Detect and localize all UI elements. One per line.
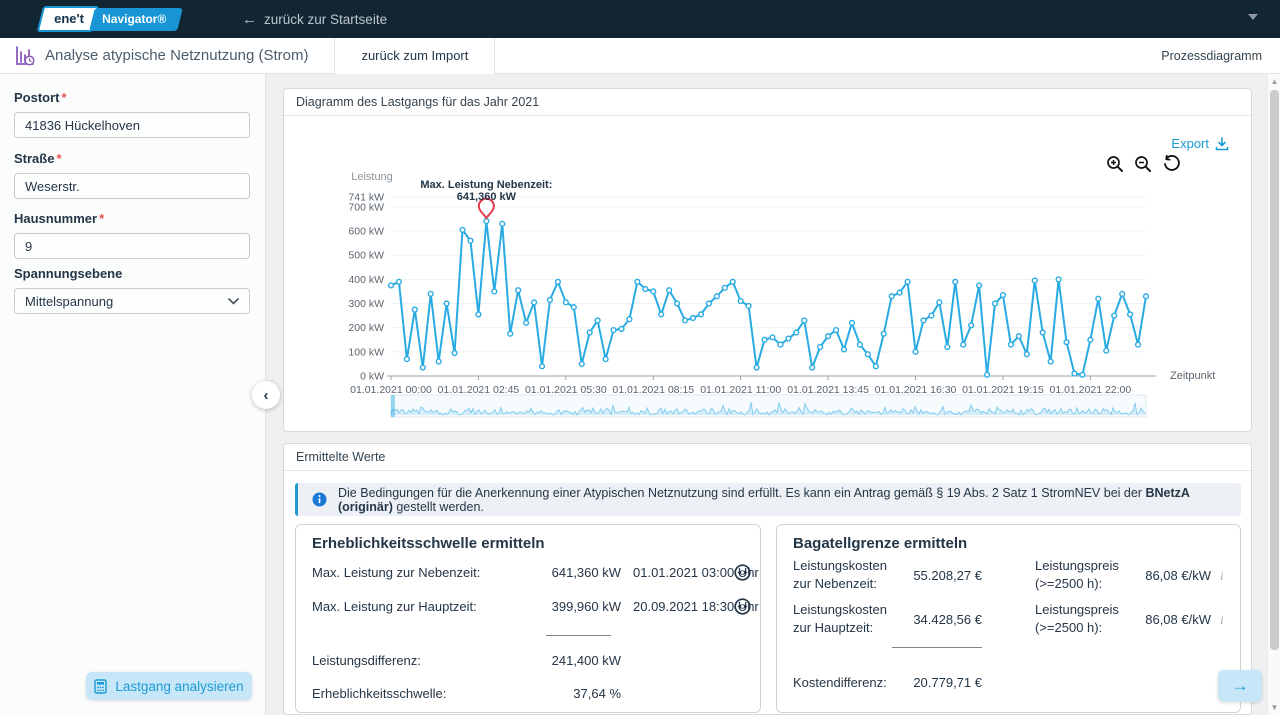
svg-text:Zeitpunkt: Zeitpunkt	[1170, 370, 1215, 382]
scrollbar-thumb[interactable]	[1270, 90, 1279, 650]
svg-text:400 kW: 400 kW	[348, 274, 384, 286]
svg-text:300 kW: 300 kW	[348, 298, 384, 310]
svg-text:01.01.2021 13:45: 01.01.2021 13:45	[787, 384, 869, 396]
dropdown-caret-icon[interactable]	[1248, 14, 1258, 20]
info-icon	[312, 492, 327, 507]
price-value: 86,08 €/kW	[1129, 568, 1211, 583]
row-label: Leistungskostenzur Nebenzeit:	[793, 558, 887, 591]
bar-chart-clock-icon	[14, 45, 36, 67]
spannungsebene-label: Spannungsebene	[14, 266, 250, 281]
bagatell-card: Bagatellgrenze ermitteln Leistungskosten…	[776, 524, 1241, 713]
svg-text:01.01.2021 16:30: 01.01.2021 16:30	[875, 384, 957, 396]
chevron-down-icon	[228, 298, 239, 305]
spannungsebene-select[interactable]: Mittelspannung	[14, 288, 250, 314]
svg-text:01.01.2021 05:30: 01.01.2021 05:30	[525, 384, 607, 396]
field-hausnummer: Hausnummer*	[14, 211, 250, 259]
results-panel: Ermittelte Werte Die Bedingungen für die…	[283, 443, 1252, 715]
export-label: Export	[1171, 136, 1209, 151]
field-spannungsebene: Spannungsebene Mittelspannung	[14, 266, 250, 314]
svg-text:01.01.2021 00:00: 01.01.2021 00:00	[350, 384, 432, 396]
show-on-chart-eye-icon[interactable]	[734, 598, 751, 615]
row-value: 641,360 kW	[531, 565, 621, 580]
required-star: *	[99, 211, 104, 226]
price-label: Leistungspreis(>=2500 h):	[1035, 602, 1119, 635]
threshold-value: 37,64 %	[531, 686, 621, 701]
tab-back-to-import[interactable]: zurück zum Import	[334, 38, 495, 74]
row-value: 399,960 kW	[531, 599, 621, 614]
svg-text:500 kW: 500 kW	[348, 250, 384, 262]
row-label: Max. Leistung zur Hauptzeit:	[312, 599, 477, 614]
required-star: *	[56, 151, 61, 166]
back-to-start-label: zurück zur Startseite	[264, 12, 387, 27]
bagatell-card-title: Bagatellgrenze ermitteln	[793, 535, 967, 552]
row-label: Leistungskostenzur Hauptzeit:	[793, 602, 887, 635]
topbar: ene't Navigator® ← zurück zur Startseite	[0, 0, 1280, 38]
hausnummer-label: Hausnummer	[14, 211, 97, 226]
row-value: 34.428,56 €	[897, 612, 982, 627]
strasse-input[interactable]	[14, 173, 250, 199]
svg-text:700 kW: 700 kW	[348, 201, 384, 213]
spannungsebene-value: Mittelspannung	[25, 294, 113, 309]
svg-text:01.01.2021 02:45: 01.01.2021 02:45	[438, 384, 520, 396]
back-to-start-link[interactable]: ← zurück zur Startseite	[242, 11, 387, 28]
vertical-scrollbar[interactable]: ▲ ▼	[1267, 74, 1280, 715]
svg-text:200 kW: 200 kW	[348, 322, 384, 334]
diff-value: 241,400 kW	[531, 653, 621, 668]
info-alert: Die Bedingungen für die Anerkennung eine…	[295, 483, 1241, 516]
field-postort: Postort*	[14, 90, 250, 138]
row-value: 55.208,27 €	[897, 568, 982, 583]
postort-input[interactable]	[14, 112, 250, 138]
required-star: *	[62, 90, 67, 105]
analyze-button-label: Lastgang analysieren	[115, 679, 243, 694]
price-info-icon[interactable]: i	[1220, 568, 1224, 584]
svg-text:100 kW: 100 kW	[348, 346, 384, 358]
price-value: 86,08 €/kW	[1129, 612, 1211, 627]
threshold-card-title: Erheblichkeitsschwelle ermitteln	[312, 535, 545, 552]
threshold-label: Erheblichkeitsschwelle:	[312, 686, 446, 701]
diff-value: 20.779,71 €	[897, 675, 982, 690]
field-strasse: Straße*	[14, 151, 250, 199]
results-panel-title: Ermittelte Werte	[284, 444, 1251, 471]
enet-navigator-logo[interactable]: ene't Navigator®	[40, 7, 180, 31]
svg-text:01.01.2021 11:00: 01.01.2021 11:00	[700, 384, 781, 396]
chart-panel: Diagramm des Lastgangs für das Jahr 2021…	[283, 88, 1252, 432]
sidebar-form: Postort* Straße* Hausnummer* Spannungseb…	[0, 74, 266, 715]
strasse-label: Straße	[14, 151, 54, 166]
sum-divider	[546, 635, 611, 636]
row-label: Max. Leistung zur Nebenzeit:	[312, 565, 480, 580]
svg-text:01.01.2021 08:15: 01.01.2021 08:15	[612, 384, 694, 396]
export-button[interactable]: Export	[1171, 136, 1229, 151]
show-on-chart-eye-icon[interactable]	[734, 564, 751, 581]
next-step-button[interactable]: →	[1218, 670, 1262, 702]
threshold-card: Erheblichkeitsschwelle ermitteln Max. Le…	[295, 524, 761, 713]
sum-divider	[892, 647, 982, 648]
module-header: Analyse atypische Netznutzung (Strom) zu…	[0, 38, 1280, 74]
svg-text:641,360 kW: 641,360 kW	[457, 191, 517, 203]
price-info-icon[interactable]: i	[1220, 612, 1224, 628]
chart-panel-title: Diagramm des Lastgangs für das Jahr 2021	[284, 89, 1251, 116]
svg-text:Max. Leistung Nebenzeit:: Max. Leistung Nebenzeit:	[420, 179, 552, 191]
lastgang-line-chart[interactable]: 741 kW700 kW600 kW500 kW400 kW300 kW200 …	[284, 166, 1251, 431]
analyze-load-profile-button[interactable]: Lastgang analysieren	[86, 672, 252, 700]
hausnummer-input[interactable]	[14, 233, 250, 259]
diff-label: Kostendifferenz:	[793, 675, 887, 690]
download-icon	[1215, 137, 1229, 151]
price-label: Leistungspreis(>=2500 h):	[1035, 558, 1119, 591]
postort-label: Postort	[14, 90, 60, 105]
svg-text:01.01.2021 22:00: 01.01.2021 22:00	[1049, 384, 1131, 396]
svg-text:Leistung: Leistung	[351, 171, 393, 183]
page-title: Analyse atypische Netznutzung (Strom)	[45, 47, 308, 64]
logo-navigator: Navigator®	[89, 8, 183, 31]
diff-label: Leistungsdifferenz:	[312, 653, 421, 668]
sidebar-collapse-button[interactable]: ‹	[252, 381, 280, 409]
process-diagram-link[interactable]: Prozessdiagramm	[1161, 49, 1262, 63]
svg-text:600 kW: 600 kW	[348, 226, 384, 238]
svg-text:0 kW: 0 kW	[360, 371, 384, 383]
svg-text:01.01.2021 19:15: 01.01.2021 19:15	[962, 384, 1044, 396]
back-arrow-icon: ←	[242, 11, 257, 28]
calculator-icon	[94, 679, 107, 694]
scroll-down-icon[interactable]: ▼	[1268, 701, 1280, 714]
alert-text: Die Bedingungen für die Anerkennung eine…	[338, 486, 1241, 514]
scroll-up-icon[interactable]: ▲	[1268, 75, 1280, 88]
